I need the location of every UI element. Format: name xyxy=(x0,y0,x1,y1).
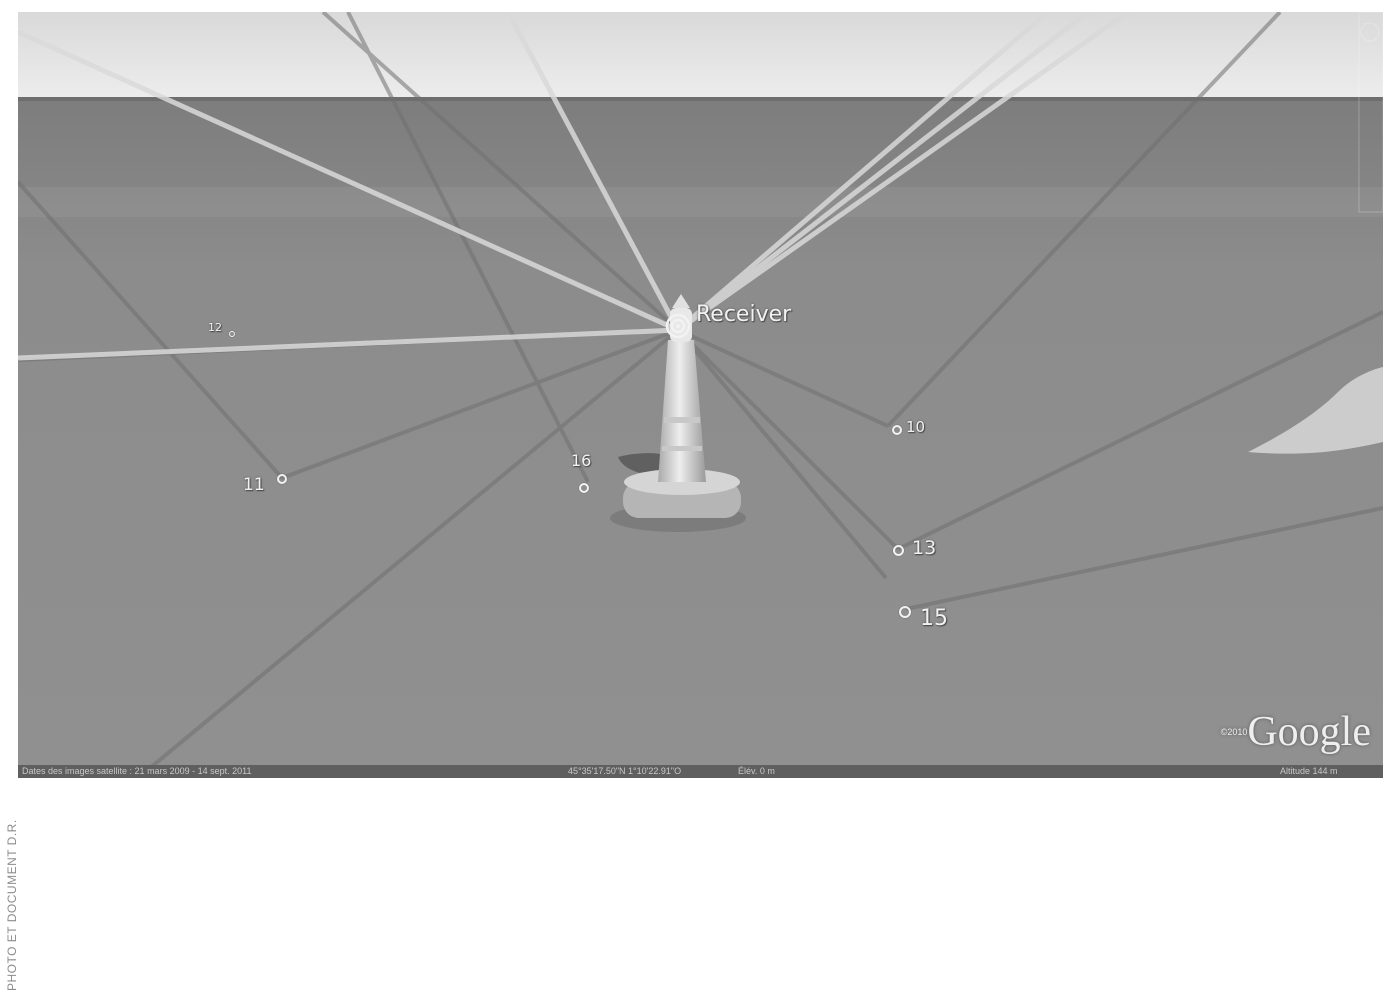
point-11-marker[interactable] xyxy=(277,474,287,484)
point-13-label[interactable]: 13 xyxy=(912,537,936,559)
point-15-label[interactable]: 15 xyxy=(920,606,948,631)
google-watermark: ©2010Google xyxy=(1221,708,1371,756)
point-12-marker[interactable] xyxy=(229,331,235,337)
point-10-label[interactable]: 10 xyxy=(906,418,925,436)
photo-credit-text: PHOTO ET DOCUMENT D.R. xyxy=(5,819,19,991)
receiver-label[interactable]: Receiver xyxy=(696,302,791,327)
sandbank xyxy=(18,187,1383,217)
3d-scene[interactable] xyxy=(18,12,1383,778)
photo-credit: PHOTO ET DOCUMENT D.R. xyxy=(0,12,19,991)
point-10-marker[interactable] xyxy=(892,425,902,435)
google-wordmark: Google xyxy=(1247,709,1371,755)
sky xyxy=(18,12,1383,100)
google-copyright: ©2010 xyxy=(1220,727,1248,737)
point-16-label[interactable]: 16 xyxy=(571,451,591,470)
altitude-readout: Altitude 144 m xyxy=(1280,766,1338,776)
imagery-dates: Dates des images satellite : 21 mars 200… xyxy=(22,766,252,776)
point-12-label[interactable]: 12 xyxy=(208,321,222,334)
elevation-readout: Élév. 0 m xyxy=(738,766,775,776)
point-13-marker[interactable] xyxy=(893,545,904,556)
point-15-marker[interactable] xyxy=(899,606,911,618)
point-16-marker[interactable] xyxy=(579,483,589,493)
status-bar: Dates des images satellite : 21 mars 200… xyxy=(18,765,1383,778)
point-11-label[interactable]: 11 xyxy=(243,475,265,495)
map-view[interactable]: Receiver 10 11 12 13 15 16 ©2010Google D… xyxy=(18,12,1383,778)
horizon xyxy=(18,97,1383,101)
coordinates-readout: 45°35'17.50"N 1°10'22.91"O xyxy=(568,766,682,776)
